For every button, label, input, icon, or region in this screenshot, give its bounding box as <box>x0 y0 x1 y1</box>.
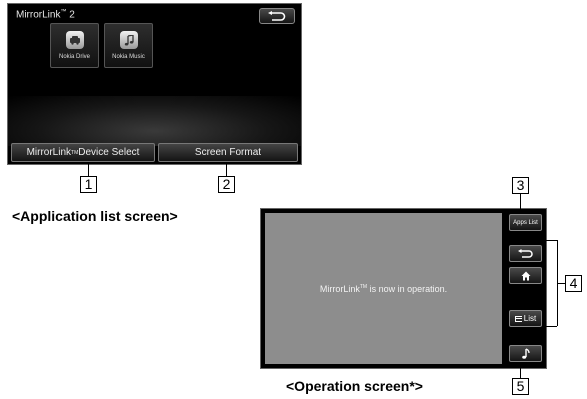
operation-message: MirrorLinkTM is now in operation. <box>319 284 448 294</box>
application-list-screen: MirrorLink™ 2 Nokia Drive Nokia Music Mi… <box>7 3 302 165</box>
device-select-button[interactable]: MirrorLink TM Device Select <box>11 143 155 162</box>
app-tile-nokia-drive[interactable]: Nokia Drive <box>50 23 99 68</box>
list-icon <box>514 315 522 322</box>
music-note-icon <box>120 31 138 49</box>
screen-title: MirrorLink™ 2 <box>16 9 75 21</box>
background-glow <box>8 96 301 146</box>
back-button[interactable] <box>259 8 295 24</box>
callout-bracket-top <box>543 240 557 241</box>
callout-1: 1 <box>80 176 97 193</box>
callout-leader-1 <box>88 164 89 176</box>
list-button[interactable]: List <box>509 310 542 327</box>
callout-leader-4 <box>557 283 565 284</box>
back-button[interactable] <box>509 245 542 262</box>
home-button[interactable] <box>509 267 542 284</box>
music-button[interactable] <box>509 345 542 362</box>
callout-5: 5 <box>512 378 529 395</box>
screen-format-button[interactable]: Screen Format <box>158 143 298 162</box>
app-tile-nokia-music[interactable]: Nokia Music <box>104 23 153 68</box>
callout-2: 2 <box>218 176 235 193</box>
operation-screen-caption: <Operation screen*> <box>286 378 423 394</box>
apps-list-button[interactable]: Apps List <box>509 214 542 231</box>
callout-4: 4 <box>565 275 582 292</box>
home-icon <box>521 271 530 280</box>
back-arrow-icon <box>517 248 533 258</box>
callout-3: 3 <box>512 177 529 194</box>
app-label: Nokia Drive <box>58 54 90 60</box>
application-list-caption: <Application list screen> <box>12 208 178 224</box>
mirrored-display-area: MirrorLinkTM is now in operation. <box>265 213 502 364</box>
back-arrow-icon <box>268 10 286 21</box>
callout-leader-2 <box>226 164 227 176</box>
music-note-icon <box>522 348 530 359</box>
callout-bracket-bottom <box>543 326 557 327</box>
callout-leader-3 <box>520 194 521 210</box>
car-icon <box>66 31 84 49</box>
callout-leader-5 <box>520 368 521 378</box>
operation-screen: MirrorLinkTM is now in operation. Apps L… <box>260 208 547 369</box>
app-label: Nokia Music <box>112 54 145 60</box>
